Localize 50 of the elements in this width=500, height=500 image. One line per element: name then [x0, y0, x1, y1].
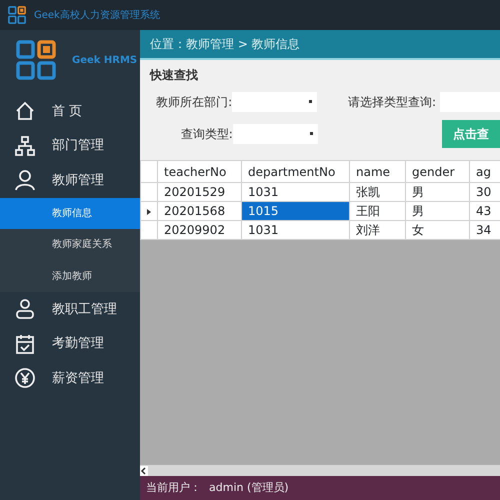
column-header[interactable]: name — [350, 160, 406, 182]
table-cell: 张凯 — [350, 182, 406, 202]
column-header[interactable]: teacherNo — [158, 160, 242, 182]
current-user: admin (管理员) — [209, 480, 289, 496]
table-cell: 男 — [406, 182, 470, 202]
person-icon — [14, 169, 36, 192]
brand-name: Geek HRMS — [72, 54, 138, 68]
field-label: 查询类型: — [180, 126, 233, 143]
sidebar-item[interactable]: 部门管理 — [0, 128, 140, 163]
person-icon — [14, 298, 36, 320]
column-header[interactable]: departmentNo — [242, 160, 350, 182]
dropdown-field[interactable] — [232, 124, 318, 144]
brand-logo-icon — [16, 40, 56, 80]
breadcrumb: 位置：教师管理 > 教师信息 — [140, 30, 500, 58]
row-header[interactable] — [140, 202, 158, 220]
yen-icon — [14, 367, 36, 390]
calendar-icon — [14, 332, 36, 355]
house-icon — [14, 100, 36, 122]
table-cell: 1031 — [242, 220, 350, 240]
dropdown-field[interactable] — [232, 92, 317, 112]
app-logo-icon — [8, 6, 26, 24]
caret-icon — [308, 100, 313, 104]
table-cell: 男 — [406, 202, 470, 220]
sidebar-subitem[interactable]: 添加教师 — [0, 260, 140, 292]
table-cell: 20201529 — [158, 182, 242, 202]
sidebar-item[interactable]: 首 页 — [0, 94, 140, 128]
field-label: 教师所在部门: — [155, 94, 232, 111]
table-cell: 1015 — [242, 202, 350, 220]
table-cell: 20201568 — [158, 202, 242, 220]
table-cell: 刘洋 — [350, 220, 406, 240]
sidebar-item[interactable]: 教职工管理 — [0, 292, 140, 326]
field-label: 请选择类型查询: — [346, 94, 436, 111]
table-cell: 王阳 — [350, 202, 406, 220]
sidebar-item[interactable]: 薪资管理 — [0, 361, 140, 396]
window-title: Geek高校人力资源管理系统 — [34, 8, 160, 22]
scroll-left-icon[interactable] — [140, 466, 148, 476]
sidebar-item[interactable]: 教师管理 — [0, 163, 140, 198]
caret-icon — [310, 132, 314, 136]
sidebar-subitem[interactable]: 教师家庭关系 — [0, 229, 140, 260]
sidebar-subitem[interactable]: 教师信息 — [0, 198, 140, 229]
status-label: 当前用户： — [146, 480, 201, 496]
org-chart-icon — [14, 134, 36, 157]
table-cell: 女 — [406, 220, 470, 240]
column-header[interactable]: gender — [406, 160, 470, 182]
table-cell: 20209902 — [158, 220, 242, 240]
section-title: 快速查找 — [148, 67, 199, 84]
current-row-icon — [147, 208, 151, 215]
horizontal-scrollbar[interactable] — [140, 465, 500, 476]
column-header[interactable]: ag — [470, 160, 500, 182]
sidebar-item[interactable]: 考勤管理 — [0, 326, 140, 361]
